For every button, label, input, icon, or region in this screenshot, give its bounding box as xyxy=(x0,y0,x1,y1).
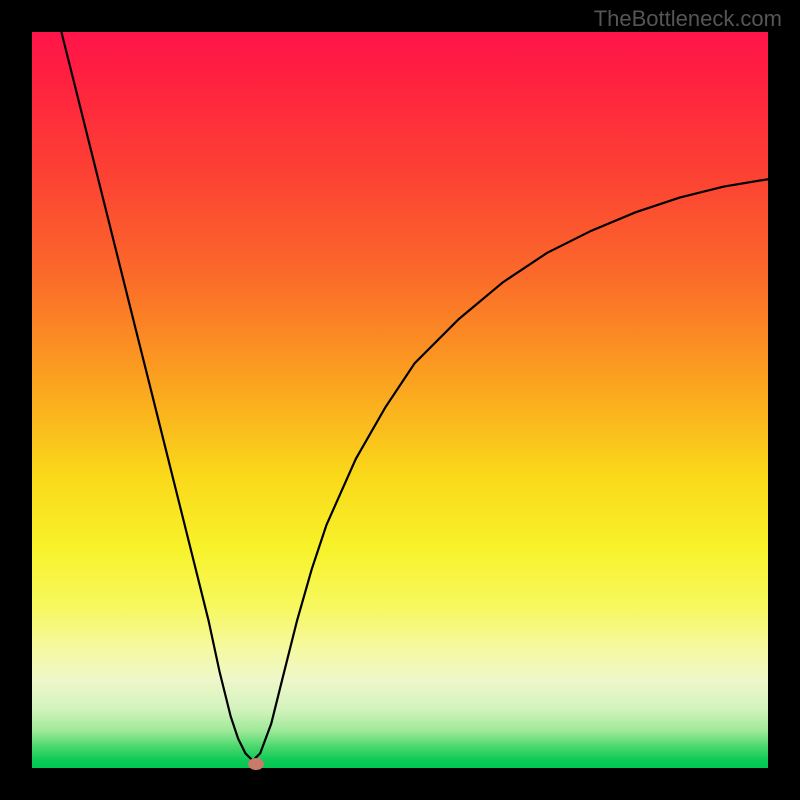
chart-svg xyxy=(32,32,768,768)
chart-plot-area xyxy=(32,32,768,768)
bottleneck-curve xyxy=(61,32,768,761)
optimal-point-marker xyxy=(248,758,264,770)
watermark-text: TheBottleneck.com xyxy=(594,6,782,32)
